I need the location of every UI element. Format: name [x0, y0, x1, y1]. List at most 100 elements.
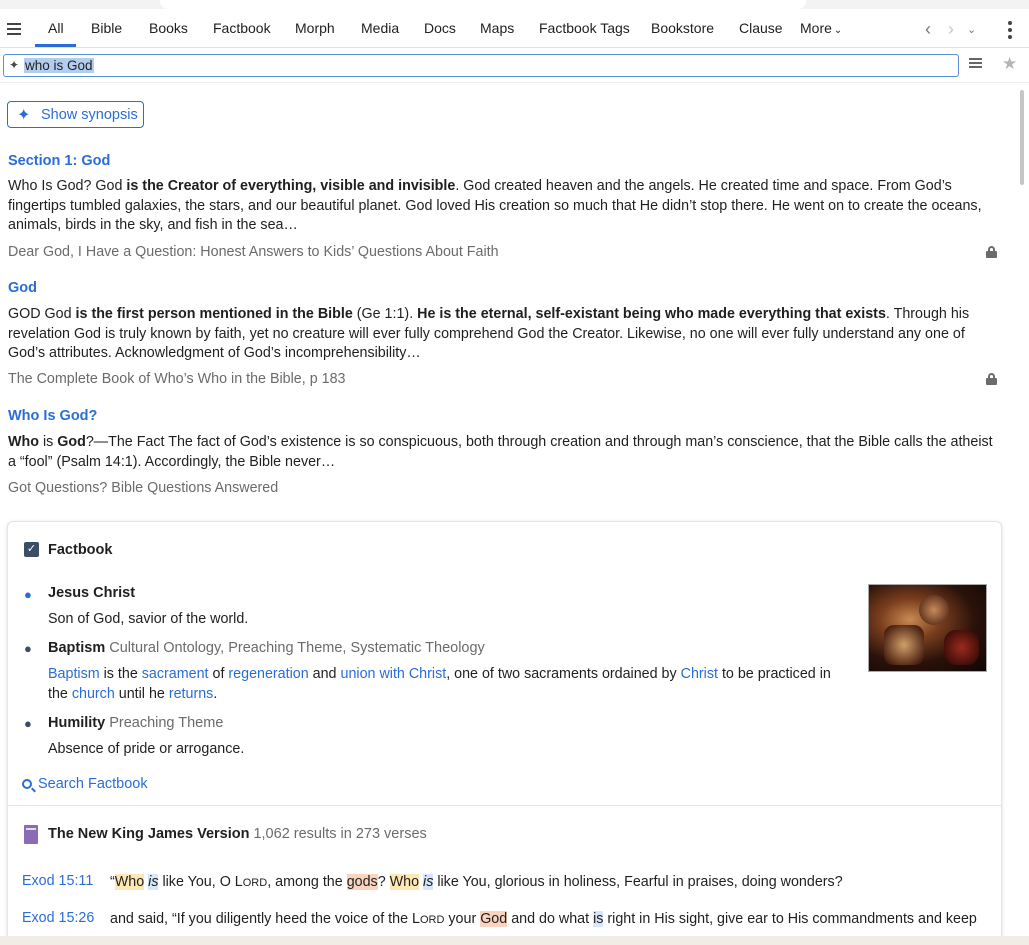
window-top-strip [0, 0, 1029, 9]
tab-bookstore[interactable]: Bookstore [651, 20, 714, 36]
verse-text-run: , among the [267, 874, 347, 890]
search-factbook-link[interactable]: Search Factbook [22, 776, 148, 792]
highlighted-term: Who [114, 874, 145, 890]
text-run: Who Is God? God [8, 178, 127, 194]
result-snippet: Who Is God? God is the Creator of everyt… [8, 177, 1003, 236]
tab-maps[interactable]: Maps [480, 20, 514, 36]
text-run: GOD God [8, 306, 76, 322]
text-run: is the Creator of everything, visible an… [126, 178, 456, 194]
tab-all[interactable]: All [48, 20, 64, 36]
entry-tags: Preaching Theme [109, 715, 224, 731]
menu-icon[interactable] [7, 23, 21, 35]
factbook-link[interactable]: union with Christ [341, 666, 447, 682]
factbook-link[interactable]: sacrament [142, 666, 209, 682]
verse-text-run: like You, glorious in holiness, Fearful … [433, 874, 843, 890]
verse-text-run: your [444, 911, 481, 927]
chevron-down-icon: ⌄ [833, 25, 843, 36]
result-title[interactable]: Section 1: God [8, 153, 110, 169]
text-run: and [308, 666, 341, 682]
history-dropdown-icon[interactable]: ⌄ [967, 23, 976, 36]
tab-clause[interactable]: Clause [739, 20, 783, 36]
tab-docs[interactable]: Docs [424, 20, 456, 36]
highlighted-term: is [593, 911, 604, 927]
highlighted-term: is [423, 874, 434, 890]
bible-version-title[interactable]: The New King James Version 1,062 results … [48, 826, 427, 842]
sparkle-icon: ✦ [9, 58, 20, 72]
text-run: is the first person mentioned in the Bib… [75, 306, 353, 322]
search-input[interactable]: ✦ who is God [3, 54, 959, 77]
book-icon [24, 825, 38, 844]
factbook-icon: ✓ [24, 542, 39, 557]
tab-more-label: More [800, 20, 832, 36]
entry-name-text[interactable]: Baptism [48, 640, 105, 656]
highlighted-term: Who [389, 874, 420, 890]
entry-name-text[interactable]: Jesus Christ [48, 585, 135, 601]
lock-icon [986, 246, 997, 258]
tab-bible[interactable]: Bible [91, 20, 122, 36]
scrollbar[interactable] [1020, 90, 1024, 185]
text-run: is [38, 434, 58, 450]
result-snippet: Who is God?—The Fact The fact of God’s e… [8, 433, 1003, 472]
text-run: until he [114, 686, 169, 702]
painting-thumbnail[interactable] [868, 584, 987, 672]
factbook-link[interactable]: regeneration [228, 666, 308, 682]
verse-text-run: ORD [419, 914, 445, 926]
search-divider [0, 82, 1029, 83]
text-run: ?—The Fact The fact of God’s existence i… [8, 434, 993, 470]
forward-arrow-icon[interactable]: › [948, 19, 954, 40]
factbook-link[interactable]: Baptism [48, 666, 100, 682]
sparkle-icon: ✦ [17, 107, 31, 124]
result-title[interactable]: Who Is God? [8, 408, 97, 424]
text-run: Who [8, 434, 39, 450]
tab-more[interactable]: More ⌄ [800, 20, 842, 36]
taskbar-strip [0, 936, 1029, 945]
verse-text: “Who is like You, O LORD, among the gods… [110, 872, 995, 893]
more-options-icon[interactable] [1008, 21, 1012, 42]
back-arrow-icon[interactable]: ‹ [925, 19, 931, 40]
search-query-text[interactable]: who is God [24, 58, 94, 73]
highlighted-term: God [480, 911, 508, 927]
entry-name-text[interactable]: Humility [48, 715, 105, 731]
factbook-entry-name[interactable]: Jesus Christ [48, 585, 135, 601]
tab-media[interactable]: Media [361, 20, 399, 36]
search-tab-bar: All Bible Books Factbook Morph Media Doc… [0, 9, 1029, 47]
verse-text: and said, “If you diligently heed the vo… [110, 909, 995, 930]
factbook-entry-name[interactable]: Baptism Cultural Ontology, Preaching Them… [48, 640, 485, 656]
list-view-icon[interactable] [969, 58, 982, 69]
verse-reference[interactable]: Exod 15:11 [22, 873, 93, 889]
result-title[interactable]: God [8, 280, 37, 296]
text-run: , one of two sacraments ordained by [446, 666, 681, 682]
result-snippet: GOD God is the first person mentioned in… [8, 305, 1003, 364]
verse-text-run: right in His sight, give ear to His comm… [603, 911, 977, 927]
text-run: of [208, 666, 229, 682]
verse-text-run: and do what [507, 911, 594, 927]
verse-reference[interactable]: Exod 15:26 [22, 910, 94, 926]
factbook-entry-name[interactable]: Humility Preaching Theme [48, 715, 223, 731]
factbook-link[interactable]: returns [169, 686, 214, 702]
card-divider [8, 805, 1001, 806]
factbook-entry-desc: Absence of pride or arrogance. [48, 739, 848, 759]
tab-bar-divider [0, 47, 1029, 48]
lock-icon [986, 373, 997, 385]
factbook-entry-desc: Son of God, savior of the world. [48, 609, 848, 629]
result-source[interactable]: Got Questions? Bible Questions Answered [8, 480, 278, 496]
tab-morph[interactable]: Morph [295, 20, 335, 36]
tab-factbook-tags[interactable]: Factbook Tags [539, 20, 630, 36]
show-synopsis-button[interactable]: ✦ Show synopsis [7, 101, 144, 128]
factbook-section-title: Factbook [48, 542, 113, 558]
factbook-link[interactable]: church [72, 686, 115, 702]
tab-books[interactable]: Books [149, 20, 188, 36]
result-source[interactable]: Dear God, I Have a Question: Honest Answ… [8, 244, 499, 260]
text-run: (Ge 1:1). [352, 306, 418, 322]
results-count: 1,062 results in 273 verses [253, 826, 427, 842]
person-icon: ● [24, 587, 32, 602]
result-source[interactable]: The Complete Book of Who’s Who in the Bi… [8, 371, 346, 387]
speech-bubble-icon: ● [24, 716, 32, 731]
bible-version-name[interactable]: The New King James Version [48, 826, 249, 842]
text-run: Son of God, savior of the world. [48, 611, 249, 627]
star-favorite-icon[interactable]: ★ [1002, 54, 1017, 74]
text-run: Absence of pride or arrogance. [48, 741, 245, 757]
tab-factbook[interactable]: Factbook [213, 20, 271, 36]
factbook-link[interactable]: Christ [681, 666, 718, 682]
text-run: is the [99, 666, 142, 682]
